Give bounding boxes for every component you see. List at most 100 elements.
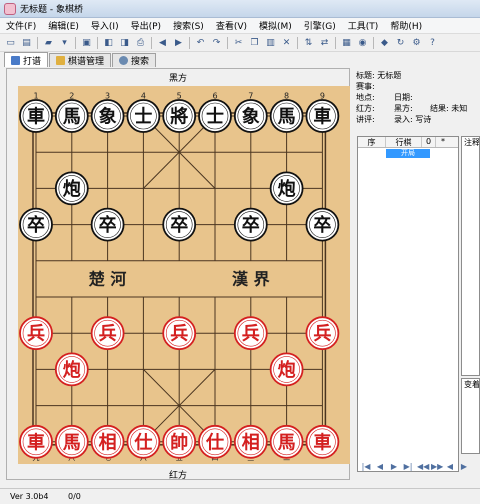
red-piece[interactable]: 相 xyxy=(90,424,125,459)
tab-0[interactable]: 打谱 xyxy=(4,52,49,67)
import-icon[interactable]: ◧ xyxy=(102,36,115,49)
menu-item[interactable]: 导出(P) xyxy=(125,19,167,32)
info-event: 赛事: xyxy=(356,82,375,91)
red-piece[interactable]: 兵 xyxy=(90,316,125,351)
move-list[interactable]: 序 行棋 0 * 开局 xyxy=(357,136,459,472)
nav-button[interactable]: ▶ xyxy=(459,462,469,471)
black-piece[interactable]: 士 xyxy=(198,99,232,133)
red-piece[interactable]: 兵 xyxy=(233,316,268,351)
col-mark[interactable]: * xyxy=(436,137,450,147)
copy-icon[interactable]: ❐ xyxy=(248,36,261,49)
red-piece[interactable]: 馬 xyxy=(269,424,304,459)
variation-box[interactable]: 变着 xyxy=(461,378,480,454)
undo-icon[interactable]: ↶ xyxy=(194,36,207,49)
black-piece[interactable]: 卒 xyxy=(233,207,268,242)
game-info: 标题: 无标题 赛事: 地点: 日期: 红方: 黑方: 结果: 未知 讲评: 录入: 写… xyxy=(356,70,480,125)
xiangqi-board[interactable]: 123456789九八七六五四三二一楚 河漢 界車馬象士將士象馬車炮炮卒卒卒卒卒… xyxy=(18,86,350,464)
flip-vertical-icon[interactable]: ⇅ xyxy=(302,36,315,49)
col-move[interactable]: 行棋 xyxy=(386,137,422,147)
board-view-icon[interactable]: ▦ xyxy=(340,36,353,49)
col-seq[interactable]: 序 xyxy=(358,137,386,147)
refresh-icon[interactable]: ↻ xyxy=(394,36,407,49)
title-bar: 无标题 - 象棋桥 xyxy=(0,0,480,18)
red-piece[interactable]: 炮 xyxy=(269,352,304,387)
forward-icon[interactable]: ▶ xyxy=(172,36,185,49)
red-piece[interactable]: 兵 xyxy=(19,316,53,351)
nav-button[interactable]: ▶| xyxy=(403,462,413,471)
paste-icon[interactable]: ▥ xyxy=(264,36,277,49)
black-piece[interactable]: 卒 xyxy=(162,207,197,242)
red-piece[interactable]: 帥 xyxy=(162,424,197,459)
piece-label: 兵 xyxy=(27,324,45,345)
delete-icon[interactable]: ✕ xyxy=(280,36,293,49)
info-red: 红方: xyxy=(356,104,375,113)
red-piece[interactable]: 仕 xyxy=(126,424,161,459)
nav-button[interactable]: ▶ xyxy=(389,462,399,471)
black-piece[interactable]: 士 xyxy=(126,99,161,133)
red-piece[interactable]: 馬 xyxy=(54,424,89,459)
nav-button[interactable]: ◀◀ xyxy=(417,462,429,471)
black-piece[interactable]: 卒 xyxy=(90,207,125,242)
comment-box[interactable]: 注释 xyxy=(461,136,480,376)
red-piece[interactable]: 車 xyxy=(19,424,53,459)
menu-item[interactable]: 查看(V) xyxy=(210,19,253,32)
open-dropdown-icon[interactable]: ▾ xyxy=(58,36,71,49)
back-icon[interactable]: ◀ xyxy=(156,36,169,49)
help-icon[interactable]: ? xyxy=(426,36,439,49)
black-piece[interactable]: 象 xyxy=(90,99,125,133)
nav-button[interactable]: |◀ xyxy=(361,462,371,471)
menu-bar: 文件(F) 编辑(E) 导入(I) 导出(P) 搜索(S) 查看(V) 模拟(M) 引擎(G)… xyxy=(0,18,480,34)
open-icon[interactable]: ▰ xyxy=(42,36,55,49)
analyze-icon[interactable]: ◆ xyxy=(378,36,391,49)
black-piece[interactable]: 馬 xyxy=(269,99,304,133)
black-piece[interactable]: 炮 xyxy=(54,171,89,206)
menu-item[interactable]: 搜索(S) xyxy=(167,19,210,32)
nav-button[interactable]: ◀ xyxy=(375,462,385,471)
tab-label: 搜索 xyxy=(131,57,150,67)
cut-icon[interactable]: ✂ xyxy=(232,36,245,49)
black-piece[interactable]: 馬 xyxy=(54,99,89,133)
nav-button[interactable]: ◀ xyxy=(445,462,455,471)
menu-item[interactable]: 模拟(M) xyxy=(253,19,298,32)
piece-label: 仕 xyxy=(133,431,152,453)
black-piece[interactable]: 將 xyxy=(162,99,197,133)
black-piece[interactable]: 車 xyxy=(19,99,53,133)
export-icon[interactable]: ◨ xyxy=(118,36,131,49)
menu-item[interactable]: 文件(F) xyxy=(0,19,42,32)
piece-label: 仕 xyxy=(205,431,224,453)
red-piece[interactable]: 仕 xyxy=(198,424,232,459)
save-icon[interactable]: ▣ xyxy=(80,36,93,49)
red-piece[interactable]: 炮 xyxy=(54,352,89,387)
new-icon[interactable]: ▭ xyxy=(4,36,17,49)
col-score[interactable]: 0 xyxy=(422,137,436,147)
black-piece[interactable]: 車 xyxy=(305,99,340,133)
print-icon[interactable]: ⎙ xyxy=(134,36,147,49)
options-icon[interactable]: ⚙ xyxy=(410,36,423,49)
flip-horizontal-icon[interactable]: ⇄ xyxy=(318,36,331,49)
menu-item[interactable]: 工具(T) xyxy=(342,19,385,32)
black-piece[interactable]: 炮 xyxy=(269,171,304,206)
black-piece[interactable]: 卒 xyxy=(305,207,340,242)
nav-button[interactable]: ▶▶ xyxy=(431,462,443,471)
menu-item[interactable]: 帮助(H) xyxy=(384,19,428,32)
info-place: 地点: xyxy=(356,93,375,102)
tab-label: 棋谱管理 xyxy=(68,57,105,67)
engine-icon[interactable]: ◉ xyxy=(356,36,369,49)
red-piece[interactable]: 兵 xyxy=(162,316,197,351)
red-piece[interactable]: 相 xyxy=(233,424,268,459)
black-piece[interactable]: 象 xyxy=(233,99,268,133)
piece-label: 卒 xyxy=(99,214,117,236)
tab-1[interactable]: 棋谱管理 xyxy=(49,53,112,67)
redo-icon[interactable]: ↷ xyxy=(210,36,223,49)
black-piece[interactable]: 卒 xyxy=(19,207,53,242)
red-piece[interactable]: 兵 xyxy=(305,316,340,351)
red-piece[interactable]: 車 xyxy=(305,424,340,459)
tab-2[interactable]: 搜索 xyxy=(112,53,157,67)
window-title: 无标题 - 象棋桥 xyxy=(20,5,83,15)
new-board-icon[interactable]: ▤ xyxy=(20,36,33,49)
menu-item[interactable]: 编辑(E) xyxy=(42,19,85,32)
move-row-start[interactable]: 开局 xyxy=(386,149,430,158)
menu-item[interactable]: 引擎(G) xyxy=(298,19,342,32)
black-side-label: 黑方 xyxy=(168,74,187,84)
menu-item[interactable]: 导入(I) xyxy=(85,19,125,32)
